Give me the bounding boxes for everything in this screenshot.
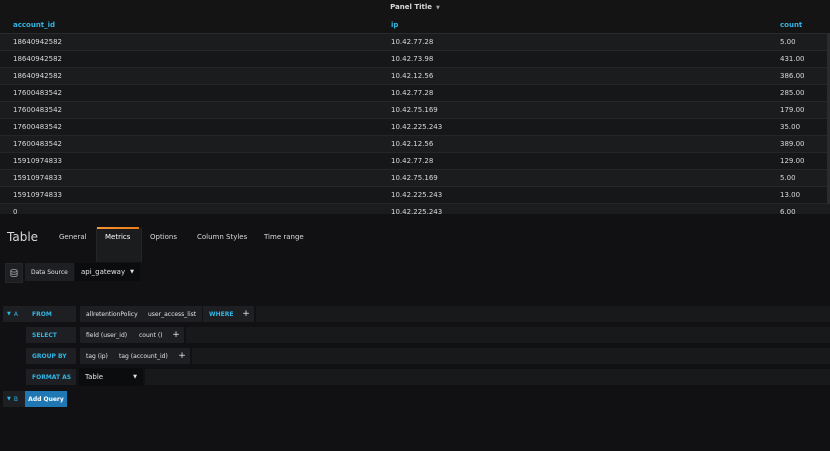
database-icon [5, 263, 23, 283]
tab-metrics[interactable]: Metrics [105, 233, 130, 241]
format-row-fill [145, 369, 830, 385]
datasource-label: Data Source [25, 263, 74, 281]
cell-count: 431.00 [772, 50, 830, 68]
cell-count: 386.00 [772, 67, 830, 85]
query-b-ref: B [13, 395, 18, 403]
table-row: 15910974833 10.42.77.28 129.00 [0, 152, 830, 170]
where-keyword: WHERE [203, 306, 240, 322]
table-row: 15910974833 10.42.75.169 5.00 [0, 169, 830, 187]
group-by-keyword: GROUP BY [26, 348, 76, 364]
cell-count: 5.00 [772, 169, 830, 187]
add-query-button[interactable]: Add Query [25, 391, 67, 407]
retention-policy-segment[interactable]: allretentionPolicy [80, 306, 144, 322]
group-by-tag-ip[interactable]: tag (ip) [80, 348, 114, 364]
table-row: 17600483542 10.42.225.243 35.00 [0, 118, 830, 136]
select-function-segment[interactable]: count () [133, 327, 169, 343]
cell-ip: 10.42.75.169 [378, 101, 772, 119]
add-group-by-button[interactable]: + [174, 348, 190, 364]
group-by-tag-account-id[interactable]: tag (account_id) [113, 348, 174, 364]
select-keyword: SELECT [26, 327, 76, 343]
cell-account-id: 18640942582 [0, 33, 378, 51]
cell-ip: 10.42.225.243 [378, 203, 772, 214]
query-a-toggle[interactable]: ▼ A [3, 306, 27, 322]
cell-ip: 10.42.77.28 [378, 84, 772, 102]
query-b-ref-box: ▼ B [3, 391, 27, 407]
from-row-fill [256, 306, 830, 322]
panel-title-text[interactable]: Panel Title [390, 3, 432, 11]
cell-count: 285.00 [772, 84, 830, 102]
table-body: 18640942582 10.42.77.28 5.00 18640942582 10.… [0, 33, 830, 214]
format-as-value: Table [85, 373, 104, 381]
cell-ip: 10.42.73.98 [378, 50, 772, 68]
table-row: 18640942582 10.42.77.28 5.00 [0, 33, 830, 51]
collapse-icon: ▼ [7, 311, 11, 317]
column-header-account-id[interactable]: account_id [0, 16, 378, 34]
format-as-select[interactable]: Table ▼ [79, 368, 143, 386]
chevron-down-icon[interactable]: ▼ [436, 5, 440, 11]
cell-count: 5.00 [772, 33, 830, 51]
caret-down-icon: ▼ [130, 269, 134, 275]
cell-count: 35.00 [772, 118, 830, 136]
format-as-keyword: FORMAT AS [26, 369, 76, 385]
cell-count: 389.00 [772, 135, 830, 153]
select-row-fill [186, 327, 830, 343]
cell-count: 129.00 [772, 152, 830, 170]
cell-account-id: 0 [0, 203, 378, 214]
panel-title[interactable]: Panel Title ▼ [0, 3, 830, 15]
tab-general[interactable]: General [59, 233, 87, 241]
cell-ip: 10.42.75.169 [378, 169, 772, 187]
measurement-segment[interactable]: user_access_list [142, 306, 203, 322]
table-row: 17600483542 10.42.77.28 285.00 [0, 84, 830, 102]
cell-account-id: 18640942582 [0, 67, 378, 85]
tab-column-styles[interactable]: Column Styles [197, 233, 247, 241]
datasource-value: api_gateway [81, 268, 126, 276]
caret-down-icon: ▼ [133, 374, 137, 380]
cell-account-id: 17600483542 [0, 135, 378, 153]
panel-editor: Table General Metrics Options Column Sty… [0, 214, 830, 451]
table-row: 0 10.42.225.243 6.00 [0, 203, 830, 214]
cell-account-id: 17600483542 [0, 101, 378, 119]
cell-ip: 10.42.77.28 [378, 33, 772, 51]
results-table: account_id ip count 18640942582 10.42.77.… [0, 16, 830, 214]
query-a-ref: A [13, 310, 18, 318]
cell-count: 13.00 [772, 186, 830, 204]
cell-account-id: 15910974833 [0, 169, 378, 187]
cell-account-id: 18640942582 [0, 50, 378, 68]
select-field-segment[interactable]: field (user_id) [80, 327, 134, 343]
table-row: 17600483542 10.42.75.169 179.00 [0, 101, 830, 119]
add-where-button[interactable]: + [238, 306, 254, 322]
table-panel: Panel Title ▼ account_id ip count 1864094… [0, 0, 830, 214]
cell-ip: 10.42.12.56 [378, 135, 772, 153]
add-select-button[interactable]: + [168, 327, 184, 343]
column-header-count[interactable]: count [772, 16, 830, 34]
cell-ip: 10.42.12.56 [378, 67, 772, 85]
cell-ip: 10.42.77.28 [378, 152, 772, 170]
editor-title: Table [7, 230, 39, 244]
table-header-row: account_id ip count [0, 16, 830, 34]
table-row: 18640942582 10.42.12.56 386.00 [0, 67, 830, 85]
tab-time-range[interactable]: Time range [264, 233, 304, 241]
cell-account-id: 15910974833 [0, 186, 378, 204]
cell-count: 6.00 [772, 203, 830, 214]
cell-count: 179.00 [772, 101, 830, 119]
group-by-row-fill [192, 348, 830, 364]
database-icon-glyph [10, 269, 18, 277]
cell-account-id: 17600483542 [0, 84, 378, 102]
tab-options[interactable]: Options [150, 233, 177, 241]
table-row: 18640942582 10.42.73.98 431.00 [0, 50, 830, 68]
cell-account-id: 15910974833 [0, 152, 378, 170]
collapse-icon: ▼ [7, 396, 11, 402]
cell-account-id: 17600483542 [0, 118, 378, 136]
table-row: 17600483542 10.42.12.56 389.00 [0, 135, 830, 153]
cell-ip: 10.42.225.243 [378, 118, 772, 136]
from-keyword: FROM [26, 306, 76, 322]
datasource-select[interactable]: api_gateway ▼ [75, 263, 140, 281]
active-tab-indicator [97, 227, 139, 229]
column-header-ip[interactable]: ip [378, 16, 772, 34]
cell-ip: 10.42.225.243 [378, 186, 772, 204]
table-row: 15910974833 10.42.225.243 13.00 [0, 186, 830, 204]
